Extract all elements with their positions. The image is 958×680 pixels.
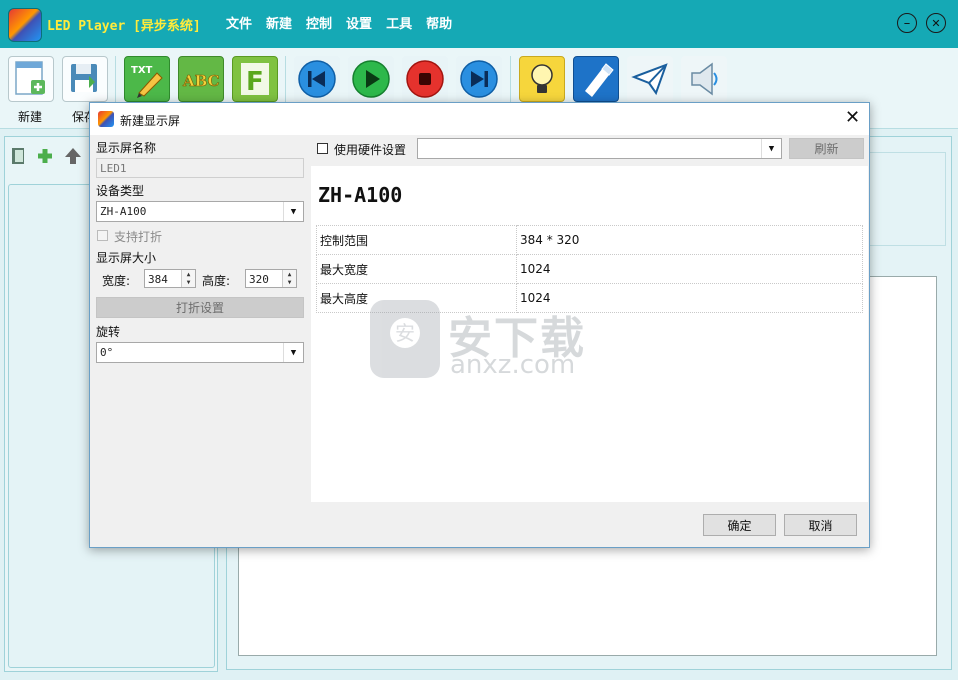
support-fold-label: 支持打折 bbox=[114, 230, 163, 244]
screen-name-label: 显示屏名称 bbox=[96, 141, 157, 155]
abc-text-icon: ABC bbox=[182, 72, 220, 91]
skip-previous-icon bbox=[298, 60, 336, 98]
spec-value: 1024 bbox=[516, 283, 863, 313]
stop-button[interactable] bbox=[402, 56, 448, 102]
menu-file[interactable]: 文件 bbox=[226, 13, 252, 32]
skip-next-icon bbox=[460, 60, 498, 98]
properties-box bbox=[868, 152, 946, 246]
rotation-label: 旋转 bbox=[96, 325, 121, 339]
menu-bar: 文件 新建 控制 设置 工具 帮助 bbox=[226, 13, 466, 32]
screen-name-field[interactable]: LED1 bbox=[96, 158, 304, 178]
menu-control[interactable]: 控制 bbox=[306, 13, 332, 32]
spin-arrows-icon[interactable]: ▲ ▼ bbox=[181, 270, 195, 287]
device-type-value: ZH-A100 bbox=[100, 205, 147, 218]
minimize-icon: – bbox=[903, 15, 911, 31]
text-pencil-icon: TXT bbox=[131, 65, 163, 98]
previous-button[interactable] bbox=[294, 56, 340, 102]
usb-drive-icon bbox=[585, 63, 614, 97]
chevron-down-icon: ▼ bbox=[283, 202, 303, 221]
app-titlebar: LED Player [异步系统] 文件 新建 控制 设置 工具 帮助 – ✕ bbox=[0, 0, 958, 48]
stop-icon bbox=[406, 60, 444, 98]
spec-name: 最大高度 bbox=[316, 283, 517, 313]
new-file-icon bbox=[15, 61, 45, 95]
spec-name: 控制范围 bbox=[316, 225, 517, 255]
menu-help[interactable]: 帮助 bbox=[426, 13, 452, 32]
device-heading: ZH-A100 bbox=[318, 183, 403, 207]
save-button[interactable] bbox=[62, 56, 108, 102]
broadcast-button[interactable] bbox=[681, 56, 727, 102]
spec-value: 1024 bbox=[516, 254, 863, 284]
paper-plane-icon bbox=[631, 63, 668, 96]
ok-button[interactable]: 确定 bbox=[703, 514, 776, 536]
screen-size-label: 显示屏大小 bbox=[96, 251, 157, 265]
table-row: 最大高度 1024 bbox=[316, 283, 863, 313]
next-button[interactable] bbox=[456, 56, 502, 102]
play-button[interactable] bbox=[348, 56, 394, 102]
app-logo-icon bbox=[8, 8, 42, 42]
menu-settings[interactable]: 设置 bbox=[346, 13, 372, 32]
add-program-icon[interactable] bbox=[38, 149, 52, 163]
toolbar-separator bbox=[285, 56, 286, 102]
close-icon: ✕ bbox=[931, 16, 941, 30]
close-window-button[interactable]: ✕ bbox=[926, 13, 946, 33]
width-label: 宽度: bbox=[102, 274, 131, 288]
hardware-select[interactable]: ▼ bbox=[417, 138, 782, 159]
toolbar-separator bbox=[115, 56, 116, 102]
menu-new[interactable]: 新建 bbox=[266, 13, 292, 32]
toolbar-separator bbox=[510, 56, 511, 102]
new-screen-dialog: 新建显示屏 ✕ 显示屏名称 LED1 设备类型 ZH-A100 ▼ 支持打折 显… bbox=[89, 102, 870, 548]
fold-settings-button[interactable]: 打折设置 bbox=[96, 297, 304, 318]
send-button[interactable] bbox=[627, 56, 673, 102]
width-value: 384 bbox=[148, 273, 168, 286]
dialog-title: 新建显示屏 bbox=[120, 114, 181, 128]
refresh-button[interactable]: 刷新 bbox=[789, 138, 864, 159]
new-button[interactable] bbox=[8, 56, 54, 102]
rotation-select[interactable]: 0° ▼ bbox=[96, 342, 304, 363]
device-type-label: 设备类型 bbox=[96, 184, 145, 198]
height-value: 320 bbox=[249, 273, 269, 286]
flash-f-icon: F bbox=[241, 63, 269, 97]
chevron-down-icon: ▼ bbox=[761, 139, 781, 158]
save-icon bbox=[71, 64, 97, 92]
app-title: LED Player [异步系统] bbox=[47, 19, 201, 34]
height-label: 高度: bbox=[202, 274, 231, 288]
dialog-titlebar: 新建显示屏 ✕ bbox=[90, 103, 869, 135]
close-icon: ✕ bbox=[845, 107, 861, 128]
play-icon bbox=[352, 60, 390, 98]
add-text-button[interactable]: TXT bbox=[124, 56, 170, 102]
spec-value: 384 * 320 bbox=[516, 225, 863, 255]
menu-tools[interactable]: 工具 bbox=[386, 13, 412, 32]
table-row: 最大宽度 1024 bbox=[316, 254, 863, 284]
width-spinbox[interactable]: 384 ▲ ▼ bbox=[144, 269, 196, 288]
minimize-button[interactable]: – bbox=[897, 13, 917, 33]
rotation-value: 0° bbox=[100, 346, 114, 359]
chevron-down-icon: ▼ bbox=[283, 343, 303, 362]
device-type-select[interactable]: ZH-A100 ▼ bbox=[96, 201, 304, 222]
svg-text:F: F bbox=[246, 67, 264, 97]
light-bulb-icon bbox=[531, 64, 553, 93]
dialog-app-icon bbox=[98, 111, 114, 127]
spin-arrows-icon[interactable]: ▲ ▼ bbox=[282, 270, 296, 287]
use-hardware-label: 使用硬件设置 bbox=[334, 143, 407, 157]
spec-name: 最大宽度 bbox=[316, 254, 517, 284]
cancel-button[interactable]: 取消 bbox=[784, 514, 857, 536]
use-hardware-checkbox[interactable] bbox=[317, 143, 328, 154]
device-specs-table: 控制范围 384 * 320 最大宽度 1024 最大高度 1024 bbox=[316, 225, 863, 313]
open-book-icon[interactable] bbox=[12, 148, 24, 164]
svg-text:ABC: ABC bbox=[182, 72, 220, 90]
device-info-area bbox=[311, 166, 868, 502]
left-panel-toolbar bbox=[12, 148, 81, 164]
add-flash-button[interactable]: F bbox=[232, 56, 278, 102]
move-up-icon[interactable] bbox=[65, 148, 81, 164]
height-spinbox[interactable]: 320 ▲ ▼ bbox=[245, 269, 297, 288]
speaker-icon bbox=[691, 62, 718, 96]
svg-text:TXT: TXT bbox=[131, 65, 153, 76]
table-row: 控制范围 384 * 320 bbox=[316, 225, 863, 255]
brightness-button[interactable] bbox=[519, 56, 565, 102]
add-marquee-button[interactable]: ABC bbox=[178, 56, 224, 102]
new-label: 新建 bbox=[18, 110, 43, 124]
dialog-close-button[interactable]: ✕ bbox=[845, 107, 860, 129]
support-fold-checkbox[interactable] bbox=[97, 230, 108, 241]
usb-export-button[interactable] bbox=[573, 56, 619, 102]
